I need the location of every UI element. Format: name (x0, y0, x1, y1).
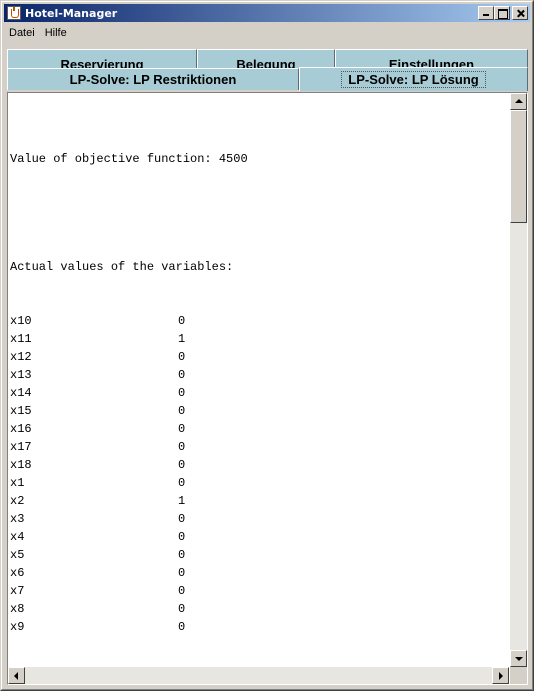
variable-row: x17 0 (10, 438, 509, 456)
menu-bar: Datei Hilfe (4, 24, 530, 42)
scroll-up-button[interactable] (510, 93, 527, 110)
variable-value: 0 (178, 458, 186, 472)
variable-row: x6 0 (10, 564, 509, 582)
tab-belegung[interactable]: Belegung (197, 49, 335, 68)
variable-value: 0 (178, 620, 186, 634)
variable-name: x14 (10, 386, 32, 400)
variable-value: 0 (178, 440, 186, 454)
vertical-scrollbar[interactable] (510, 93, 527, 667)
arrow-down-icon (515, 657, 523, 661)
tab-label: LP-Solve: LP Restriktionen (69, 72, 237, 87)
variable-row: x10 0 (10, 312, 509, 330)
arrow-left-icon (14, 672, 18, 680)
variable-row: x16 0 (10, 420, 509, 438)
variable-name: x7 (10, 584, 25, 598)
tab-label: Belegung (236, 57, 296, 69)
window-controls (478, 6, 528, 20)
arrow-up-icon (515, 99, 523, 103)
variable-value: 0 (178, 476, 186, 490)
variable-row: x9 0 (10, 618, 509, 636)
variable-value: 0 (178, 350, 186, 364)
tab-bar: Reservierung Belegung Einstellungen LP-S… (7, 49, 528, 93)
variable-row: x18 0 (10, 456, 509, 474)
variable-row: x3 0 (10, 510, 509, 528)
menu-datei[interactable]: Datei (4, 27, 40, 39)
tab-reservierung[interactable]: Reservierung (7, 49, 197, 68)
variable-name: x12 (10, 350, 32, 364)
variable-name: x2 (10, 494, 25, 508)
variable-value: 0 (178, 422, 186, 436)
variable-name: x11 (10, 332, 32, 346)
variable-name: x18 (10, 458, 32, 472)
variable-value: 0 (178, 512, 186, 526)
menu-hilfe[interactable]: Hilfe (40, 27, 72, 39)
variable-row: x15 0 (10, 402, 509, 420)
scroll-corner (510, 667, 527, 684)
tab-label: Reservierung (60, 57, 144, 69)
tab-label: LP-Solve: LP Lösung (341, 71, 486, 88)
variable-row: x4 0 (10, 528, 509, 546)
variable-name: x1 (10, 476, 25, 490)
variable-value: 1 (178, 332, 186, 346)
arrow-right-icon (499, 672, 503, 680)
variable-row: x11 1 (10, 330, 509, 348)
variable-row: x13 0 (10, 366, 509, 384)
variable-row: x7 0 (10, 582, 509, 600)
variable-name: x13 (10, 368, 32, 382)
window-title: Hotel-Manager (25, 6, 118, 20)
variables-list: x10 0 x11 1 x12 0 x13 0 x14 0 x15 0 x16 0 x17 0 x18 0 x1 0 x… (10, 312, 509, 636)
objective-line: Value of objective function: 4500 (10, 152, 248, 166)
solution-panel: Value of objective function: 4500 Actual… (7, 92, 528, 685)
solution-text-area[interactable]: Value of objective function: 4500 Actual… (8, 93, 509, 667)
variable-name: x17 (10, 440, 32, 454)
scroll-right-button[interactable] (492, 667, 509, 684)
variable-value: 0 (178, 314, 186, 328)
variable-name: x9 (10, 620, 25, 634)
minimize-button[interactable] (478, 6, 494, 20)
variable-value: 0 (178, 548, 186, 562)
variable-name: x3 (10, 512, 25, 526)
variable-value: 0 (178, 404, 186, 418)
main-window: Hotel-Manager Datei Hilfe Reservierung B… (0, 0, 534, 691)
tab-lp-restriktionen[interactable]: LP-Solve: LP Restriktionen (7, 68, 299, 90)
variable-value: 0 (178, 566, 186, 580)
variable-name: x15 (10, 404, 32, 418)
scroll-down-button[interactable] (510, 650, 527, 667)
close-button[interactable] (512, 6, 528, 20)
variable-row: x1 0 (10, 474, 509, 492)
tab-einstellungen[interactable]: Einstellungen (335, 49, 528, 68)
variable-row: x5 0 (10, 546, 509, 564)
variable-value: 0 (178, 584, 186, 598)
variable-name: x10 (10, 314, 32, 328)
horizontal-scrollbar[interactable] (8, 667, 509, 684)
scroll-left-button[interactable] (8, 667, 25, 684)
variable-value: 0 (178, 368, 186, 382)
variable-name: x6 (10, 566, 25, 580)
variable-value: 0 (178, 602, 186, 616)
variable-row: x12 0 (10, 348, 509, 366)
variable-value: 0 (178, 386, 186, 400)
tab-lp-loesung[interactable]: LP-Solve: LP Lösung (299, 67, 528, 91)
vertical-scroll-thumb[interactable] (510, 110, 527, 223)
variable-row: x8 0 (10, 600, 509, 618)
variable-name: x5 (10, 548, 25, 562)
java-app-icon[interactable] (7, 6, 21, 20)
variable-name: x4 (10, 530, 25, 544)
variable-name: x8 (10, 602, 25, 616)
variable-name: x16 (10, 422, 32, 436)
variable-row: x14 0 (10, 384, 509, 402)
variables-header: Actual values of the variables: (10, 260, 234, 274)
variable-value: 1 (178, 494, 186, 508)
variable-row: x2 1 (10, 492, 509, 510)
maximize-button[interactable] (494, 6, 510, 20)
variable-value: 0 (178, 530, 186, 544)
title-bar[interactable]: Hotel-Manager (4, 4, 530, 22)
